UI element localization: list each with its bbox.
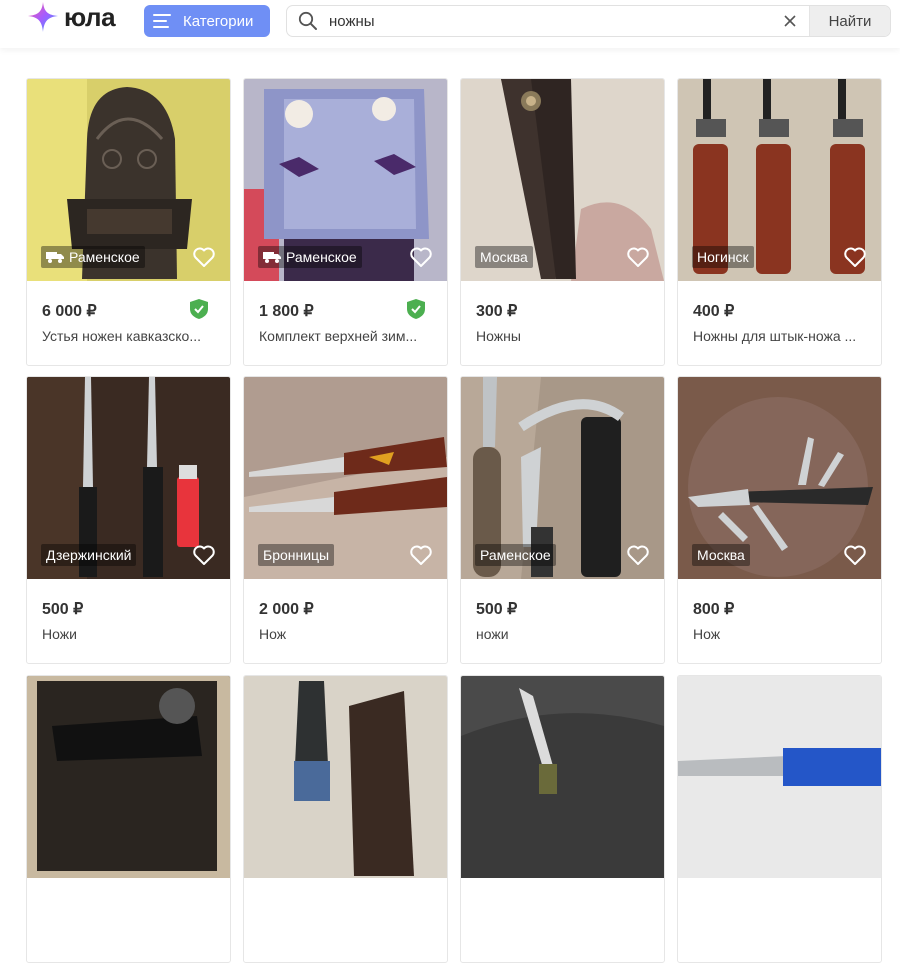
location-label: Бронницы bbox=[263, 547, 330, 563]
location-badge: Раменское bbox=[41, 246, 145, 268]
listing-card[interactable]: Раменское 6 000 ₽ Устья ножен кавказско.… bbox=[26, 78, 231, 366]
listing-card[interactable]: Москва 800 ₽ Нож bbox=[677, 376, 882, 664]
price: 300 ₽ bbox=[476, 303, 518, 320]
listing-card[interactable] bbox=[243, 675, 448, 963]
listing-card[interactable] bbox=[460, 675, 665, 963]
listing-card[interactable]: Ногинск 400 ₽ Ножны для штык-ножа ... bbox=[677, 78, 882, 366]
price: 500 ₽ bbox=[476, 601, 518, 618]
listing-title: ножи bbox=[476, 626, 509, 642]
location-label: Ногинск bbox=[697, 249, 749, 265]
listing-photo bbox=[27, 676, 230, 878]
listing-photo bbox=[461, 676, 664, 878]
find-button[interactable]: Найти bbox=[809, 6, 890, 36]
clear-icon[interactable] bbox=[777, 6, 803, 36]
listing-photo bbox=[678, 676, 881, 878]
listing-photo bbox=[244, 676, 447, 878]
search-bar: Найти bbox=[286, 5, 891, 37]
heart-icon[interactable] bbox=[626, 245, 650, 269]
location-badge: Москва bbox=[692, 544, 750, 566]
location-label: Москва bbox=[480, 249, 528, 265]
location-badge: Раменское bbox=[258, 246, 362, 268]
listing-title: Нож bbox=[693, 626, 721, 642]
location-label: Раменское bbox=[69, 249, 140, 265]
categories-button[interactable]: Категории bbox=[144, 5, 270, 37]
listing-title: Устья ножен кавказско... bbox=[42, 328, 201, 344]
listing-card[interactable]: Раменское 1 800 ₽ Комплект верхней зим..… bbox=[243, 78, 448, 366]
listing-title: Ножны для штык-ножа ... bbox=[693, 328, 857, 344]
price: 1 800 ₽ bbox=[259, 303, 314, 320]
heart-icon[interactable] bbox=[626, 543, 650, 567]
price: 2 000 ₽ bbox=[259, 601, 314, 618]
location-label: Раменское bbox=[480, 547, 551, 563]
heart-icon[interactable] bbox=[192, 245, 216, 269]
listing-title: Комплект верхней зим... bbox=[259, 328, 418, 344]
listing-title: Нож bbox=[259, 626, 287, 642]
location-label: Раменское bbox=[286, 249, 357, 265]
categories-label: Категории bbox=[183, 12, 254, 30]
listing-title: Ножи bbox=[42, 626, 77, 642]
price: 800 ₽ bbox=[693, 601, 735, 618]
verified-shield-icon bbox=[407, 299, 425, 319]
location-badge: Москва bbox=[475, 246, 533, 268]
listing-card[interactable]: Дзержинский 500 ₽ Ножи bbox=[26, 376, 231, 664]
search-input[interactable] bbox=[325, 6, 777, 36]
heart-icon[interactable] bbox=[843, 245, 867, 269]
menu-icon bbox=[153, 14, 171, 28]
logo[interactable]: юла bbox=[26, 0, 116, 34]
logo-text: юла bbox=[64, 1, 116, 32]
price: 500 ₽ bbox=[42, 601, 84, 618]
delivery-truck-icon bbox=[46, 252, 64, 263]
heart-icon[interactable] bbox=[843, 543, 867, 567]
search-icon bbox=[291, 6, 325, 36]
listing-card[interactable]: Раменское 500 ₽ ножи bbox=[460, 376, 665, 664]
delivery-truck-icon bbox=[263, 252, 281, 263]
price: 400 ₽ bbox=[693, 303, 735, 320]
heart-icon[interactable] bbox=[409, 543, 433, 567]
location-badge: Бронницы bbox=[258, 544, 335, 566]
verified-shield-icon bbox=[190, 299, 208, 319]
location-badge: Ногинск bbox=[692, 246, 754, 268]
price: 6 000 ₽ bbox=[42, 303, 97, 320]
listing-card[interactable]: Москва 300 ₽ Ножны bbox=[460, 78, 665, 366]
heart-icon[interactable] bbox=[192, 543, 216, 567]
header: юла Категории Найти bbox=[0, 0, 900, 48]
listing-title: Ножны bbox=[476, 328, 521, 344]
star-logo-icon bbox=[28, 2, 58, 32]
listing-card[interactable] bbox=[677, 675, 882, 963]
listing-card[interactable]: Бронницы 2 000 ₽ Нож bbox=[243, 376, 448, 664]
location-label: Москва bbox=[697, 547, 745, 563]
location-label: Дзержинский bbox=[46, 547, 132, 563]
heart-icon[interactable] bbox=[409, 245, 433, 269]
location-badge: Раменское bbox=[475, 544, 556, 566]
location-badge: Дзержинский bbox=[41, 544, 137, 566]
listing-card[interactable] bbox=[26, 675, 231, 963]
